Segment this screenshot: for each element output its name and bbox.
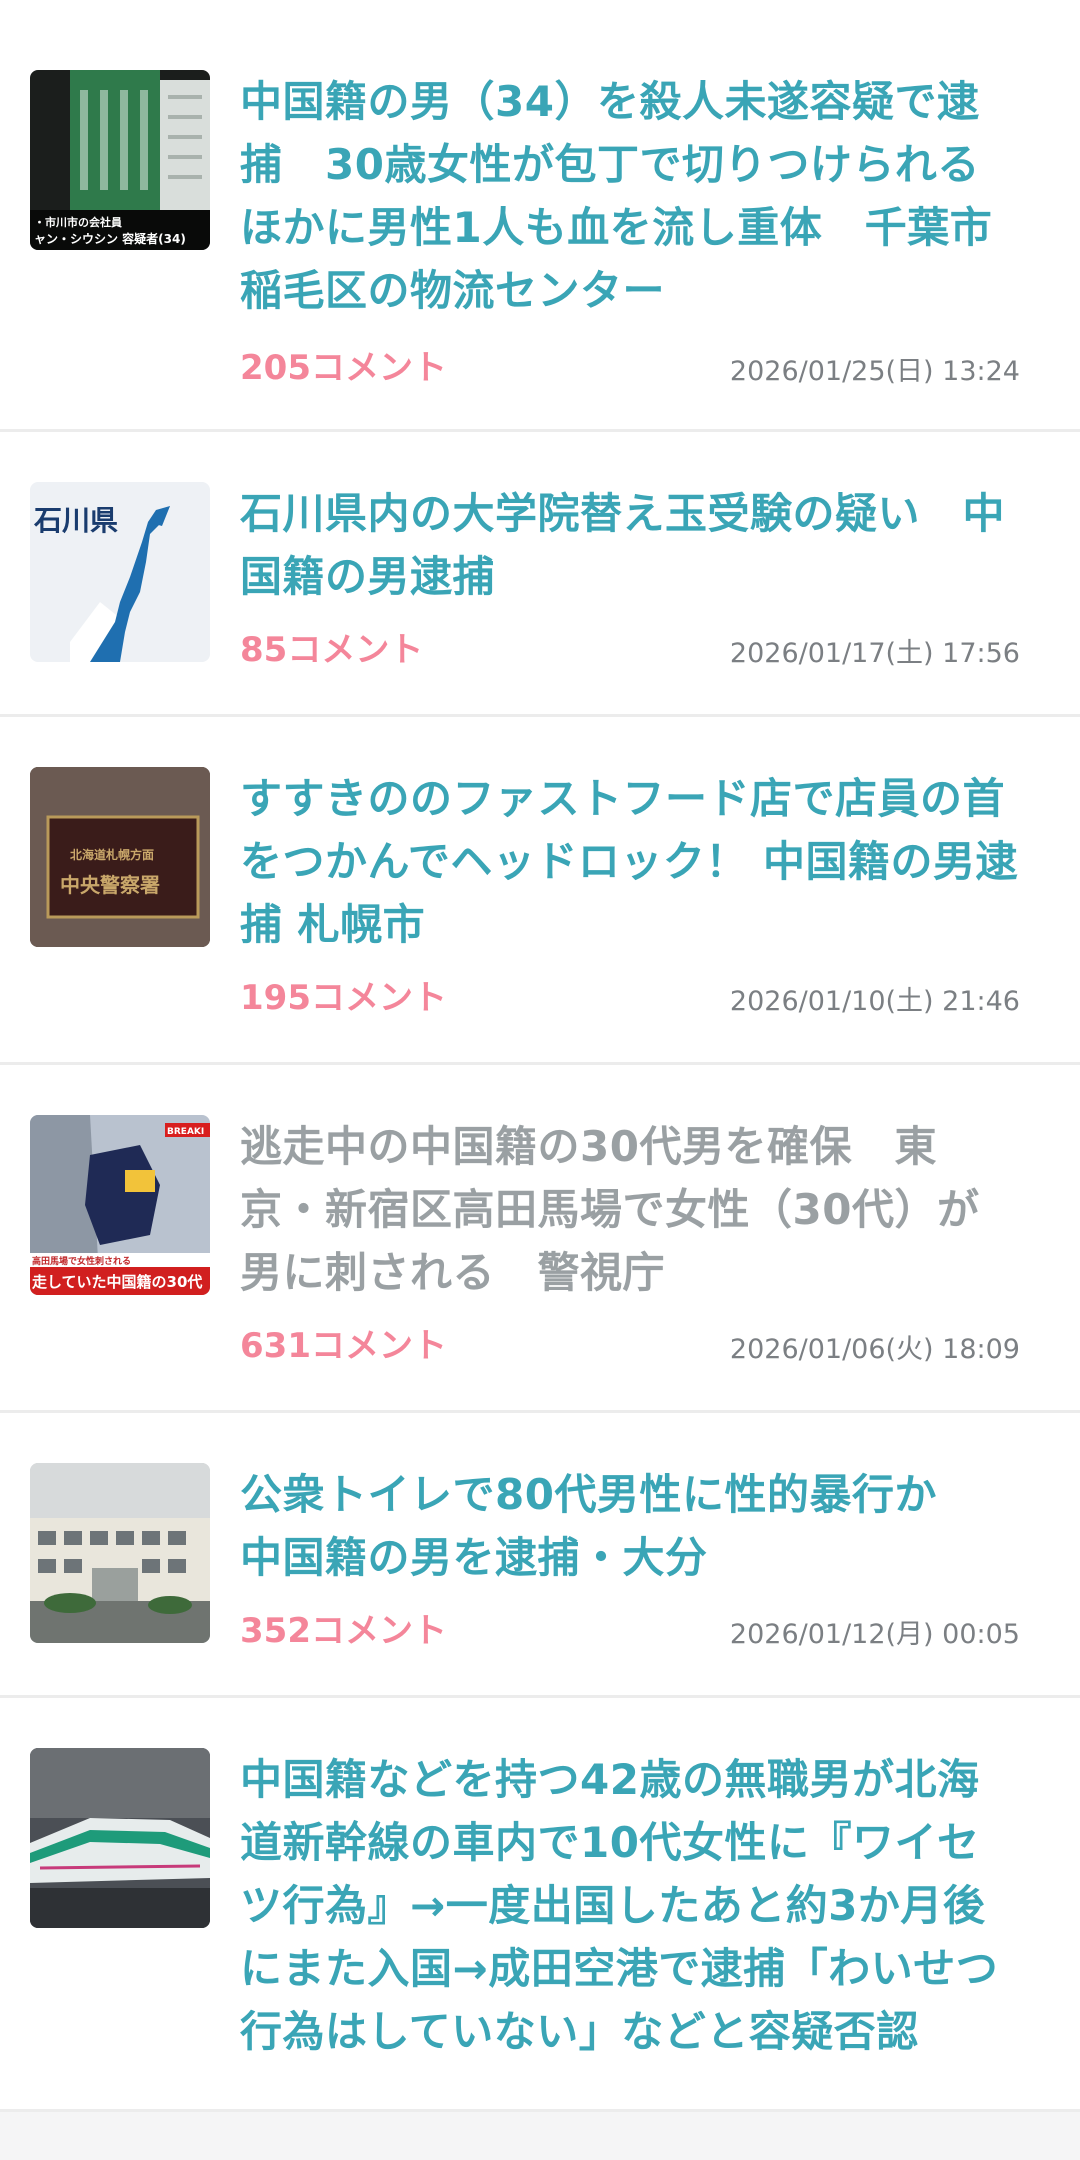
article-title[interactable]: 中国籍の男（34）を殺人未遂容疑で逮捕 30歳女性が包丁で切りつけられる ほかに…: [240, 70, 1022, 322]
article-title[interactable]: すすきののファストフード店で店員の首をつかんでヘッドロック！ 中国籍の男逮捕 札…: [240, 767, 1020, 956]
shinkansen-train-thumbnail: [30, 1748, 210, 1928]
article-thumbnail[interactable]: [30, 1748, 210, 1928]
article-timestamp: 2026/01/10(土) 21:46: [729, 986, 1020, 1017]
svg-text:北海道札幌方面: 北海道札幌方面: [70, 847, 154, 862]
article-thumbnail[interactable]: 石川県: [30, 482, 210, 662]
comment-count[interactable]: 205コメント: [240, 340, 447, 389]
article-title[interactable]: 石川県内の大学院替え玉受験の疑い 中国籍の男逮捕: [240, 482, 1020, 608]
article-timestamp: 2026/01/17(土) 17:56: [729, 638, 1020, 669]
article-title[interactable]: 公衆トイレで80代男性に性的暴行か 中国籍の男を逮捕・大分: [240, 1463, 1020, 1589]
police-station-sign-thumbnail: 北海道札幌方面 中央警察署: [30, 767, 210, 947]
police-building-thumbnail: [30, 1463, 210, 1643]
svg-text:高田馬場で女性刺される: 高田馬場で女性刺される: [32, 1255, 131, 1267]
svg-text:石川県: 石川県: [33, 504, 118, 537]
list-item[interactable]: 北海道札幌方面 中央警察署 すすきののファストフード店で店員の首をつかんでヘッド…: [0, 717, 1080, 1065]
police-investigation-thumbnail: BREAKI 高田馬場で女性刺される 走していた中国籍の30代: [30, 1115, 210, 1295]
comment-count[interactable]: 195コメント: [240, 970, 447, 1019]
article-title[interactable]: 中国籍などを持つ42歳の無職男が北海道新幹線の車内で10代女性に『ワイセツ行為』…: [240, 1748, 1020, 2063]
article-timestamp: 2026/01/12(月) 00:05: [729, 1619, 1020, 1650]
svg-text:中央警察署: 中央警察署: [60, 873, 160, 897]
article-timestamp: 2026/01/06(火) 18:09: [729, 1334, 1020, 1365]
svg-text:BREAKI: BREAKI: [167, 1127, 204, 1137]
comment-count[interactable]: 352コメント: [240, 1603, 447, 1652]
list-item[interactable]: 公衆トイレで80代男性に性的暴行か 中国籍の男を逮捕・大分 352コメント 20…: [0, 1413, 1080, 1698]
article-thumbnail[interactable]: ・市川市の会社員 ャン・シウシン 容疑者(34): [30, 70, 210, 250]
list-item[interactable]: 石川県 石川県内の大学院替え玉受験の疑い 中国籍の男逮捕 85コメント 2026…: [0, 432, 1080, 717]
comment-count[interactable]: 631コメント: [240, 1318, 447, 1367]
ishikawa-map-thumbnail: 石川県: [30, 482, 210, 662]
article-thumbnail[interactable]: BREAKI 高田馬場で女性刺される 走していた中国籍の30代: [30, 1115, 210, 1295]
article-timestamp: 2026/01/25(日) 13:24: [729, 356, 1020, 387]
svg-text:・市川市の会社員: ・市川市の会社員: [34, 215, 122, 229]
building-at-night-thumbnail: ・市川市の会社員 ャン・シウシン 容疑者(34): [30, 70, 210, 250]
news-feed: ・市川市の会社員 ャン・シウシン 容疑者(34) 中国籍の男（34）を殺人未遂容…: [0, 0, 1080, 2112]
article-thumbnail[interactable]: 北海道札幌方面 中央警察署: [30, 767, 210, 947]
article-thumbnail[interactable]: [30, 1463, 210, 1643]
list-item[interactable]: BREAKI 高田馬場で女性刺される 走していた中国籍の30代 逃走中の中国籍の…: [0, 1065, 1080, 1413]
svg-text:ャン・シウシン 容疑者(34): ャン・シウシン 容疑者(34): [34, 231, 186, 246]
comment-count[interactable]: 85コメント: [240, 622, 423, 671]
article-title[interactable]: 逃走中の中国籍の30代男を確保 東京・新宿区高田馬場で女性（30代）が男に刺され…: [240, 1115, 1020, 1304]
svg-text:走していた中国籍の30代: 走していた中国籍の30代: [32, 1273, 202, 1291]
list-item[interactable]: ・市川市の会社員 ャン・シウシン 容疑者(34) 中国籍の男（34）を殺人未遂容…: [0, 0, 1080, 432]
list-item[interactable]: 中国籍などを持つ42歳の無職男が北海道新幹線の車内で10代女性に『ワイセツ行為』…: [0, 1698, 1080, 2112]
